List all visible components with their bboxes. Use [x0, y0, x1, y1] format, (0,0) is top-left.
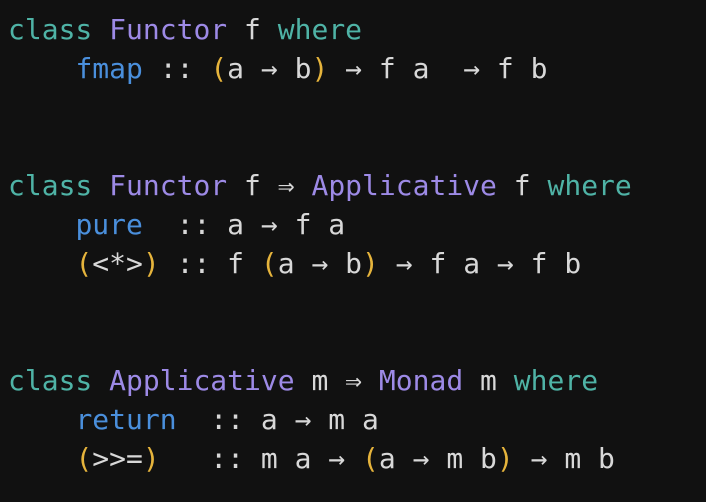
code-token-type: Functor: [109, 13, 228, 46]
code-token-type: Applicative: [109, 364, 295, 397]
code-line: class Functor f where: [8, 12, 362, 48]
code-token-keyword: where: [513, 364, 599, 397]
code-token-text: → m b: [513, 442, 615, 475]
code-line: (>>=) :: m a → (a → m b) → m b: [8, 441, 615, 477]
code-token-text: m ⇒: [294, 364, 379, 397]
code-token-text: → f a → f b: [378, 247, 582, 280]
code-token-type: Applicative: [311, 169, 497, 202]
code-token-text: f: [227, 13, 278, 46]
code-token-text: :: f: [159, 247, 261, 280]
code-line: class Applicative m ⇒ Monad m where: [8, 363, 598, 399]
code-token-text: :: a → f a: [142, 208, 346, 241]
code-token-text: a → b: [277, 247, 363, 280]
code-line: return :: a → m a: [8, 402, 379, 438]
code-token-paren: (: [75, 247, 93, 280]
code-token-text: a → m b: [378, 442, 497, 475]
code-line: pure :: a → f a: [8, 207, 345, 243]
code-token-function: fmap: [75, 52, 143, 85]
code-token-paren: ): [362, 247, 379, 280]
code-token-function: pure: [75, 208, 143, 241]
code-token-paren: ): [142, 247, 160, 280]
code-token-keyword: class: [8, 364, 93, 397]
code-token-keyword: class: [8, 13, 93, 46]
code-token-keyword: where: [277, 13, 363, 46]
code-token-paren: (: [75, 442, 93, 475]
code-line: class Functor f ⇒ Applicative f where: [8, 168, 632, 204]
code-token-type: Monad: [378, 364, 464, 397]
code-token-text: m: [463, 364, 514, 397]
code-token-paren: (: [362, 442, 379, 475]
code-token-text: :: m a →: [159, 442, 363, 475]
code-token-text: → f a → f b: [328, 52, 548, 85]
code-token-keyword: class: [8, 169, 93, 202]
code-token-text: ::: [142, 52, 211, 85]
code-token-text: f ⇒: [227, 169, 312, 202]
code-line: fmap :: (a → b) → f a → f b: [8, 51, 547, 87]
code-token-paren: (: [260, 247, 278, 280]
code-editor[interactable]: class Functor f where fmap :: (a → b) → …: [0, 0, 706, 502]
code-line: (<*>) :: f (a → b) → f a → f b: [8, 246, 581, 282]
code-token-text: a → b: [227, 52, 312, 85]
code-token-text: >>=: [92, 442, 143, 475]
code-token-text: f: [496, 169, 548, 202]
code-token-paren: ): [142, 442, 160, 475]
code-token-type: Functor: [109, 169, 228, 202]
code-token-paren: ): [496, 442, 514, 475]
code-token-text: :: a → m a: [176, 403, 379, 436]
code-token-paren: ): [311, 52, 329, 85]
code-token-paren: (: [210, 52, 228, 85]
code-token-keyword: where: [547, 169, 632, 202]
code-token-function: return: [75, 403, 177, 436]
code-token-text: <*>: [92, 247, 143, 280]
